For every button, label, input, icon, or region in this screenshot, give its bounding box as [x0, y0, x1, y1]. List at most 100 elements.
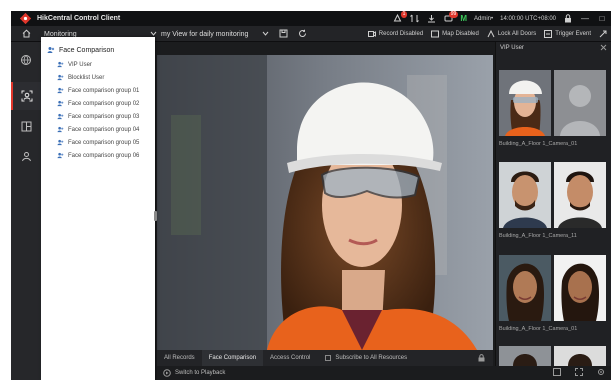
fullscreen-icon[interactable] — [575, 368, 583, 376]
minimize-button[interactable]: — — [580, 14, 590, 23]
settings-icon[interactable] — [597, 368, 605, 376]
expand-icon[interactable] — [599, 30, 607, 38]
alarm-icon[interactable]: 1 — [392, 11, 408, 24]
transfer-icon[interactable] — [409, 14, 419, 24]
tree-item[interactable]: Face comparison group 04 — [57, 126, 139, 133]
home-icon[interactable] — [11, 26, 41, 42]
user-group-icon — [57, 139, 64, 146]
face-scan-icon — [21, 90, 33, 102]
record-icon — [367, 31, 376, 37]
tree-item-label: VIP User — [68, 61, 92, 68]
face-pair — [499, 346, 609, 366]
trigger-event-button[interactable]: Trigger Event — [544, 30, 591, 38]
globe-icon — [21, 55, 31, 65]
vip-panel-header: VIP User — [496, 42, 611, 54]
tree-item-label: Face comparison group 01 — [68, 87, 140, 94]
tree-item[interactable]: VIP User — [57, 61, 92, 68]
lock-icon[interactable] — [478, 354, 485, 362]
event-tabs-bar: All Records Face Comparison Access Contr… — [157, 350, 493, 366]
user-group-icon — [57, 100, 64, 107]
reference-face-image — [554, 255, 606, 321]
tree-item-label: Face comparison group 06 — [68, 152, 140, 159]
lock-all-doors-button[interactable]: Lock All Doors — [487, 30, 536, 38]
tab-access-control[interactable]: Access Control — [263, 350, 317, 366]
refresh-icon[interactable] — [298, 29, 307, 38]
titlebar-controls: 1 99 M Admin• 14:00:00 UTC+08:00 — □ — [392, 11, 607, 26]
view-selector[interactable]: my View for daily monitoring — [161, 26, 271, 42]
view-tools — [279, 29, 307, 38]
title-bar: HikCentral Control Client 1 99 M Admin• … — [11, 11, 611, 26]
subscribe-all-checkbox[interactable]: Subscribe to All Resources — [325, 355, 407, 361]
maximize-button[interactable]: □ — [597, 14, 607, 23]
panel-collapse-handle[interactable] — [154, 211, 157, 221]
playback-icon — [163, 369, 171, 377]
reference-face-image — [554, 162, 606, 228]
tree-item[interactable]: Face comparison group 05 — [57, 139, 139, 146]
user-group-icon — [47, 47, 55, 53]
face-pair — [499, 70, 609, 136]
camera-caption: Building_A_Floor 1_Camera_01 — [499, 326, 578, 332]
app-window: HikCentral Control Client 1 99 M Admin• … — [11, 11, 611, 380]
tree-item-label: Face comparison group 04 — [68, 126, 140, 133]
tree-item[interactable]: Blocklist User — [57, 74, 104, 81]
tree-item-label: Face comparison group 05 — [68, 139, 140, 146]
user-group-icon — [57, 126, 64, 133]
user-group-icon — [57, 152, 64, 159]
face-pair — [499, 255, 609, 321]
vip-panel-title: VIP User — [500, 45, 524, 51]
trigger-icon — [544, 30, 553, 38]
view-label: my View for daily monitoring — [161, 30, 249, 38]
reference-face-image — [554, 346, 606, 366]
tab-face-comparison[interactable]: Face Comparison — [201, 350, 264, 366]
map-icon — [431, 30, 440, 38]
layout-icon — [21, 121, 31, 131]
rail-resources[interactable] — [11, 46, 41, 74]
rail-layout[interactable] — [11, 112, 41, 140]
left-nav-rail — [11, 42, 41, 380]
download-icon[interactable] — [426, 14, 436, 24]
chevron-down-icon — [150, 31, 157, 36]
tree-root-face-comparison[interactable]: Face Comparison — [47, 46, 114, 54]
user-group-icon — [57, 74, 64, 81]
switch-to-playback-button[interactable]: Switch to Playback — [163, 369, 225, 377]
tree-item[interactable]: Face comparison group 03 — [57, 113, 139, 120]
match-card[interactable]: Building_A_Floor 1_Camera_01 — [499, 255, 609, 332]
vip-user-panel: VIP User Building_A_Floor 1_Camera_01 Bu… — [495, 42, 611, 366]
tree-item[interactable]: Face comparison group 06 — [57, 152, 139, 159]
door-lock-icon — [487, 30, 495, 38]
close-icon[interactable] — [600, 44, 607, 51]
save-view-icon[interactable] — [279, 29, 288, 38]
match-card[interactable]: Building_A_Floor 1_Camera_01 — [499, 70, 609, 147]
hikcentral-logo-icon — [19, 13, 31, 25]
live-video-view[interactable] — [157, 55, 493, 350]
match-card[interactable]: Building_A_Floor 1_Camera_11 — [499, 162, 609, 239]
tree-root-label: Face Comparison — [59, 46, 115, 54]
match-card[interactable] — [499, 346, 609, 366]
lock-screen-icon[interactable] — [563, 14, 573, 24]
rail-person[interactable] — [11, 142, 41, 170]
map-disabled-button[interactable]: Map Disabled — [431, 30, 479, 38]
tree-item-label: Face comparison group 03 — [68, 113, 140, 120]
camera-caption: Building_A_Floor 1_Camera_11 — [499, 233, 577, 239]
alarm-badge: 1 — [400, 11, 408, 18]
captured-face-image — [499, 162, 551, 228]
app-title: HikCentral Control Client — [37, 15, 121, 22]
camera-image — [157, 55, 493, 350]
rail-face-comparison[interactable] — [11, 82, 41, 110]
status-bar: Switch to Playback — [157, 366, 611, 380]
message-icon[interactable]: 99 — [443, 11, 459, 24]
tree-item-label: Blocklist User — [68, 74, 105, 81]
tree-item[interactable]: Face comparison group 02 — [57, 100, 139, 107]
maintenance-badge[interactable]: M — [460, 14, 467, 23]
tab-all-records[interactable]: All Records — [157, 350, 202, 366]
record-disabled-button[interactable]: Record Disabled — [367, 30, 423, 38]
person-icon — [21, 151, 31, 161]
window-icon[interactable] — [553, 368, 561, 376]
user-group-icon — [57, 87, 64, 94]
user-group-icon — [57, 113, 64, 120]
chevron-down-icon — [262, 31, 269, 36]
captured-face-image — [499, 346, 551, 366]
resource-tree-panel: Face Comparison VIP User Blocklist User … — [41, 37, 155, 380]
current-user[interactable]: Admin• — [474, 16, 493, 22]
tree-item[interactable]: Face comparison group 01 — [57, 87, 139, 94]
